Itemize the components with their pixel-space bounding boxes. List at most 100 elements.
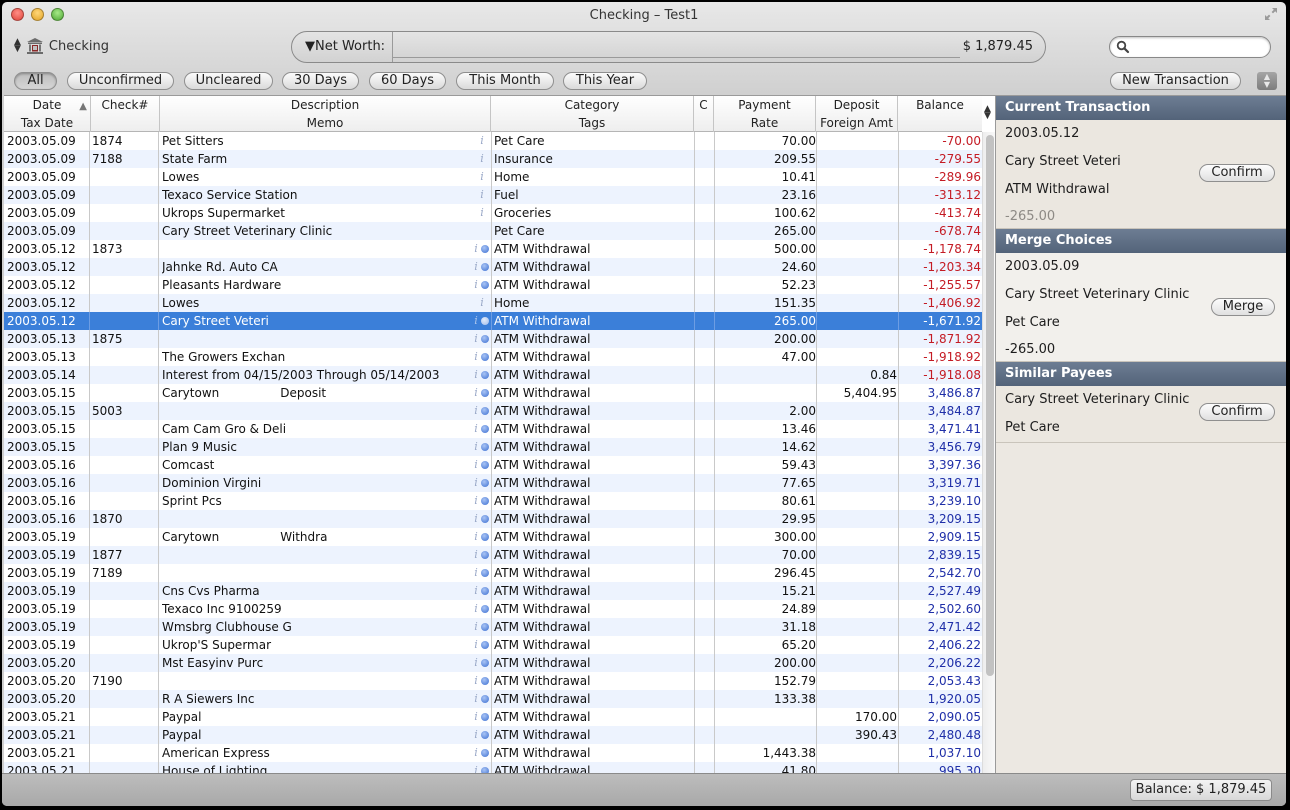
check-number-cell[interactable] bbox=[92, 618, 158, 636]
check-number-cell[interactable] bbox=[92, 528, 158, 546]
payment-cell[interactable]: 300.00 bbox=[717, 528, 816, 546]
check-number-cell[interactable]: 1874 bbox=[92, 132, 158, 150]
date-cell[interactable]: 2003.05.12 bbox=[7, 312, 89, 330]
status-dot-cell[interactable] bbox=[481, 762, 491, 773]
info-icon[interactable]: i bbox=[472, 492, 480, 510]
category-cell[interactable]: ATM Withdrawal bbox=[494, 348, 694, 366]
balance-cell[interactable]: -279.55 bbox=[901, 150, 981, 168]
payment-cell[interactable]: 70.00 bbox=[717, 546, 816, 564]
check-number-cell[interactable] bbox=[92, 438, 158, 456]
balance-cell[interactable]: 2,480.48 bbox=[901, 726, 981, 744]
status-dot-cell[interactable] bbox=[481, 582, 491, 600]
info-icon[interactable]: i bbox=[472, 708, 480, 726]
payment-cell[interactable]: 59.43 bbox=[717, 456, 816, 474]
deposit-cell[interactable] bbox=[819, 132, 897, 150]
date-cell[interactable]: 2003.05.20 bbox=[7, 654, 89, 672]
check-number-cell[interactable] bbox=[92, 708, 158, 726]
table-row[interactable]: 2003.05.20 Mst Easyinv Purc i ATM Withdrawa… bbox=[4, 654, 982, 672]
category-cell[interactable]: ATM Withdrawal bbox=[494, 528, 694, 546]
info-icon[interactable]: i bbox=[478, 186, 486, 204]
balance-cell[interactable]: 3,209.15 bbox=[901, 510, 981, 528]
info-icon[interactable]: i bbox=[472, 258, 480, 276]
info-icon[interactable]: i bbox=[472, 474, 480, 492]
table-row[interactable]: 2003.05.13 The Growers Exchan i ATM Withdra… bbox=[4, 348, 982, 366]
info-icon[interactable]: i bbox=[472, 438, 480, 456]
table-row[interactable]: 2003.05.20 7190 i ATM Withdrawal 152.79 2,053… bbox=[4, 672, 982, 690]
table-row[interactable]: 2003.05.19 Wmsbrg Clubhouse Gi ATM Withdra… bbox=[4, 618, 982, 636]
balance-cell[interactable]: 2,090.05 bbox=[901, 708, 981, 726]
category-cell[interactable]: ATM Withdrawal bbox=[494, 636, 694, 654]
check-number-cell[interactable] bbox=[92, 168, 158, 186]
description-cell[interactable]: Interest from 04/15/2003 Through 05/14/2… bbox=[162, 366, 472, 384]
check-number-cell[interactable]: 1877 bbox=[92, 546, 158, 564]
description-cell[interactable]: Texaco Inc 9100259 bbox=[162, 600, 472, 618]
balance-cell[interactable]: 3,471.41 bbox=[901, 420, 981, 438]
category-cell[interactable]: ATM Withdrawal bbox=[494, 492, 694, 510]
payment-cell[interactable]: 65.20 bbox=[717, 636, 816, 654]
description-cell[interactable]: Ukrops Supermarket bbox=[162, 204, 472, 222]
deposit-cell[interactable] bbox=[819, 150, 897, 168]
deposit-cell[interactable] bbox=[819, 492, 897, 510]
status-dot-cell[interactable] bbox=[481, 366, 491, 384]
info-icon[interactable]: i bbox=[472, 546, 480, 564]
payment-cell[interactable]: 29.95 bbox=[717, 510, 816, 528]
payment-cell[interactable]: 500.00 bbox=[717, 240, 816, 258]
category-cell[interactable]: Pet Care bbox=[494, 222, 694, 240]
balance-cell[interactable]: 2,527.49 bbox=[901, 582, 981, 600]
status-dot-cell[interactable] bbox=[481, 384, 491, 402]
info-icon[interactable]: i bbox=[472, 366, 480, 384]
scrollbar-thumb[interactable] bbox=[986, 135, 994, 676]
description-cell[interactable]: American Express bbox=[162, 744, 472, 762]
category-cell[interactable]: ATM Withdrawal bbox=[494, 420, 694, 438]
deposit-cell[interactable] bbox=[819, 672, 897, 690]
date-cell[interactable]: 2003.05.19 bbox=[7, 546, 89, 564]
info-icon[interactable]: i bbox=[478, 168, 486, 186]
category-cell[interactable]: Home bbox=[494, 168, 694, 186]
date-cell[interactable]: 2003.05.20 bbox=[7, 672, 89, 690]
deposit-cell[interactable] bbox=[819, 276, 897, 294]
table-row-selected[interactable]: 2003.05.12 Cary Street Veteri i ATM Withdra… bbox=[4, 312, 982, 330]
balance-cell[interactable]: 2,502.60 bbox=[901, 600, 981, 618]
column-header-date[interactable]: Date Tax Date ▲ bbox=[4, 96, 91, 132]
check-number-cell[interactable] bbox=[92, 582, 158, 600]
check-number-cell[interactable]: 7189 bbox=[92, 564, 158, 582]
date-cell[interactable]: 2003.05.12 bbox=[7, 276, 89, 294]
status-dot-cell[interactable] bbox=[481, 456, 491, 474]
payment-cell[interactable]: 13.46 bbox=[717, 420, 816, 438]
info-icon[interactable]: i bbox=[478, 132, 486, 150]
description-cell[interactable]: Cns Cvs Pharma bbox=[162, 582, 472, 600]
payment-cell[interactable]: 133.38 bbox=[717, 690, 816, 708]
date-cell[interactable]: 2003.05.16 bbox=[7, 456, 89, 474]
column-header-category[interactable]: Category Tags bbox=[491, 96, 694, 132]
payment-cell[interactable] bbox=[717, 366, 816, 384]
deposit-cell[interactable] bbox=[819, 222, 897, 240]
balance-cell[interactable]: -289.96 bbox=[901, 168, 981, 186]
table-row[interactable]: 2003.05.19 7189 i ATM Withdrawal 296.45 2,542… bbox=[4, 564, 982, 582]
balance-cell[interactable]: 3,319.71 bbox=[901, 474, 981, 492]
table-row[interactable]: 2003.05.15 Plan 9 Music i ATM Withdrawal 14.… bbox=[4, 438, 982, 456]
deposit-cell[interactable] bbox=[819, 312, 897, 330]
description-cell[interactable]: State Farm bbox=[162, 150, 472, 168]
category-cell[interactable]: ATM Withdrawal bbox=[494, 672, 694, 690]
deposit-cell[interactable] bbox=[819, 240, 897, 258]
info-icon[interactable]: i bbox=[472, 762, 480, 773]
date-cell[interactable]: 2003.05.21 bbox=[7, 708, 89, 726]
status-dot-cell[interactable] bbox=[481, 618, 491, 636]
table-row[interactable]: 2003.05.20 R A Siewers Inc i ATM Withdrawal… bbox=[4, 690, 982, 708]
info-icon[interactable]: i bbox=[472, 276, 480, 294]
date-cell[interactable]: 2003.05.21 bbox=[7, 762, 89, 773]
category-cell[interactable]: ATM Withdrawal bbox=[494, 276, 694, 294]
vertical-scrollbar[interactable] bbox=[982, 132, 995, 773]
check-number-cell[interactable]: 7188 bbox=[92, 150, 158, 168]
date-cell[interactable]: 2003.05.12 bbox=[7, 294, 89, 312]
deposit-cell[interactable] bbox=[819, 204, 897, 222]
payment-cell[interactable]: 14.62 bbox=[717, 438, 816, 456]
check-number-cell[interactable] bbox=[92, 258, 158, 276]
description-cell[interactable] bbox=[162, 240, 472, 258]
category-cell[interactable]: ATM Withdrawal bbox=[494, 402, 694, 420]
info-icon[interactable]: i bbox=[478, 204, 486, 222]
payment-cell[interactable]: 47.00 bbox=[717, 348, 816, 366]
payment-cell[interactable] bbox=[717, 384, 816, 402]
category-cell[interactable]: ATM Withdrawal bbox=[494, 690, 694, 708]
info-icon[interactable]: i bbox=[472, 402, 480, 420]
